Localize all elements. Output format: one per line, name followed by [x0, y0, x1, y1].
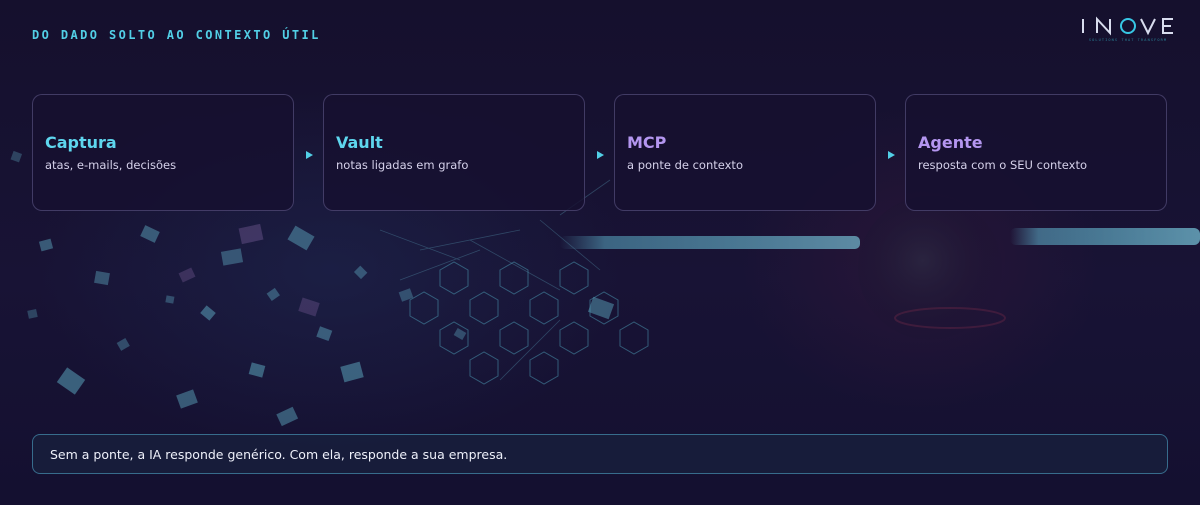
logo-wordmark-icon — [1082, 16, 1173, 36]
step-title: Vault — [336, 133, 383, 152]
step-card-captura: Captura atas, e-mails, decisões — [32, 94, 294, 211]
step-subtitle: notas ligadas em grafo — [336, 158, 469, 172]
eyebrow-heading: DO DADO SOLTO AO CONTEXTO ÚTIL — [32, 28, 321, 42]
callout-text: Sem a ponte, a IA responde genérico. Com… — [50, 446, 508, 462]
step-title: Captura — [45, 133, 117, 152]
data-particles-background — [10, 150, 1200, 427]
play-arrow-icon — [597, 151, 604, 159]
step-card-mcp: MCP a ponte de contexto — [614, 94, 876, 211]
step-title: Agente — [918, 133, 983, 152]
step-subtitle: resposta com o SEU contexto — [918, 158, 1088, 172]
step-card-vault: Vault notas ligadas em grafo — [323, 94, 585, 211]
slide: DO DADO SOLTO AO CONTEXTO ÚTIL SOLUTIONS… — [0, 0, 1200, 505]
callout-box: Sem a ponte, a IA responde genérico. Com… — [32, 434, 1168, 474]
play-arrow-icon — [888, 151, 895, 159]
step-title: MCP — [627, 133, 667, 152]
brand-logo: SOLUTIONS THAT TRANSFORM — [1080, 16, 1176, 44]
logo-tagline: SOLUTIONS THAT TRANSFORM — [1088, 38, 1168, 42]
step-subtitle: a ponte de contexto — [627, 158, 743, 172]
step-subtitle: atas, e-mails, decisões — [45, 158, 177, 172]
step-card-agente: Agente resposta com o SEU contexto — [905, 94, 1167, 211]
play-arrow-icon — [306, 151, 313, 159]
